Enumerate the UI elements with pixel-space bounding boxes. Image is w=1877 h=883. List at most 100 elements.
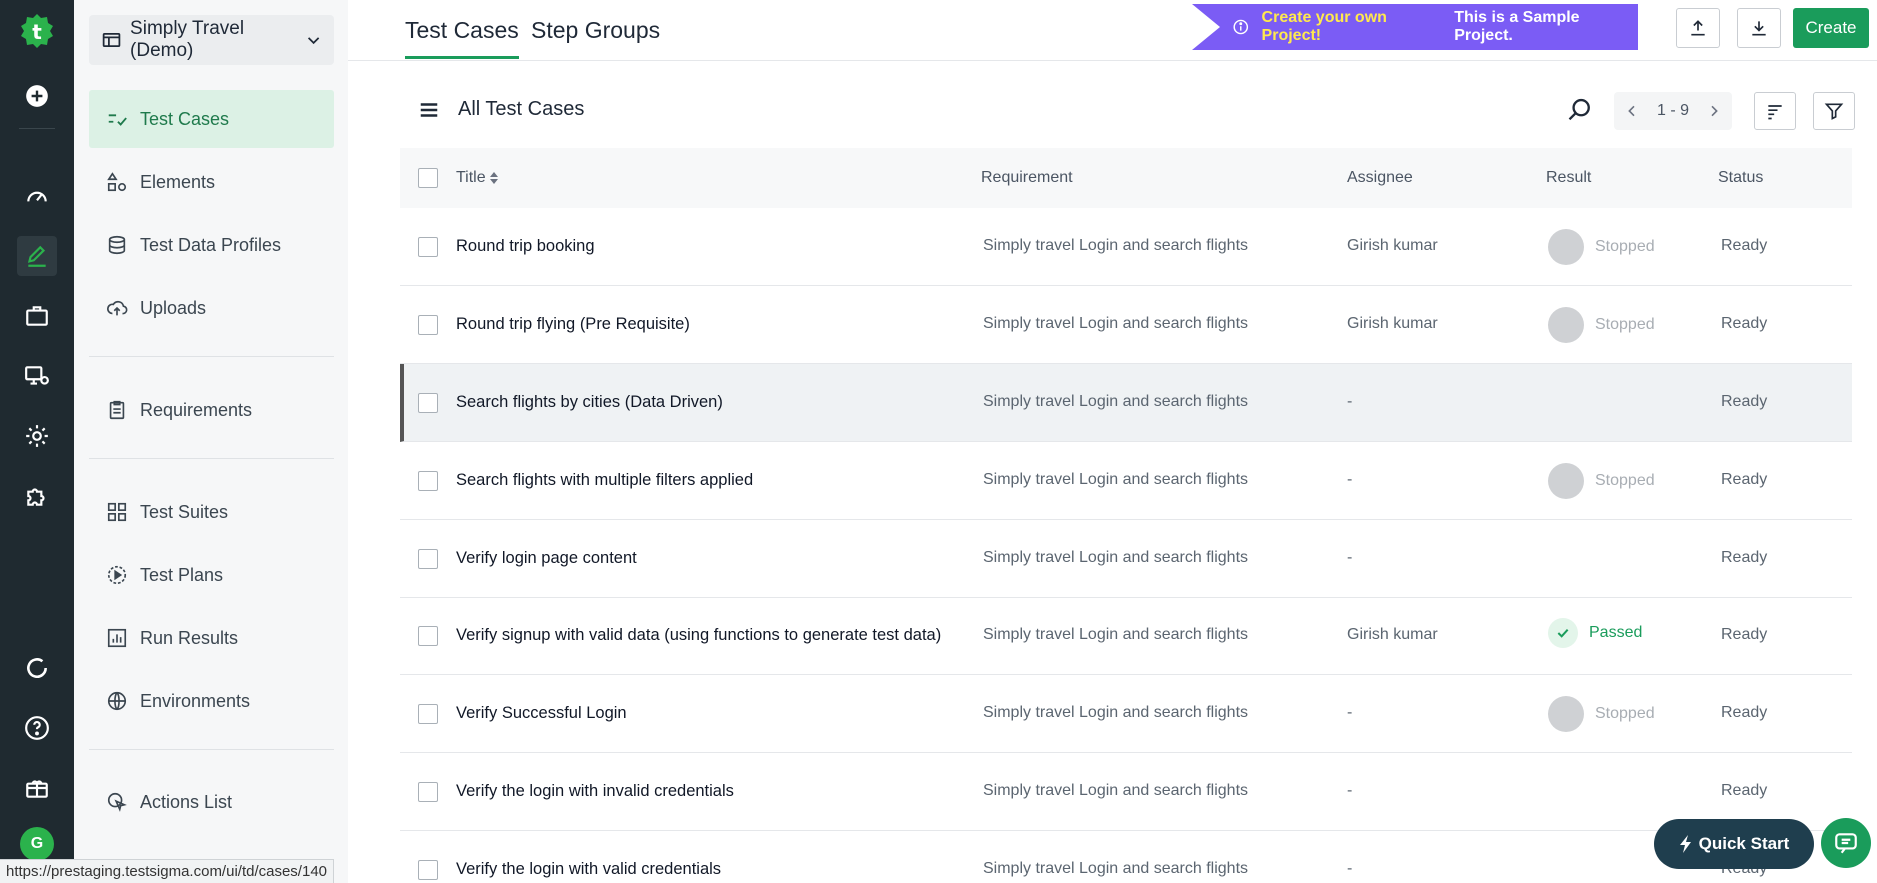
tab-step-groups[interactable]: Step Groups <box>531 17 660 56</box>
filter-icon <box>1824 103 1844 120</box>
dashboard-icon[interactable] <box>21 180 53 212</box>
row-checkbox[interactable] <box>418 471 438 491</box>
sample-project-banner[interactable]: Create your own Project! This is a Sampl… <box>1192 4 1638 50</box>
row-checkbox[interactable] <box>418 860 438 880</box>
clipboard-icon <box>109 400 125 420</box>
sidebar-item-test-plans[interactable]: Test Plans <box>89 546 334 604</box>
sidebar-divider <box>89 356 334 357</box>
upload-icon <box>1691 20 1705 36</box>
row-checkbox[interactable] <box>418 393 438 413</box>
column-assignee: Assignee <box>1347 169 1413 186</box>
table-row[interactable]: Verify Successful Login Simply travel Lo… <box>400 675 1852 753</box>
help-icon[interactable] <box>21 712 53 744</box>
list-header: All Test Cases <box>418 98 584 121</box>
tab-test-cases[interactable]: Test Cases <box>405 17 519 59</box>
filter-button[interactable] <box>1813 92 1855 130</box>
table-row[interactable]: Verify login page content Simply travel … <box>400 520 1852 598</box>
row-checkbox[interactable] <box>418 549 438 569</box>
avatar[interactable]: G <box>20 827 54 861</box>
column-title[interactable]: Title <box>456 169 499 187</box>
row-title[interactable]: Verify the login with invalid credential… <box>456 782 734 801</box>
stopped-status-icon <box>1548 463 1584 499</box>
banner-highlight[interactable]: Create your own Project! <box>1262 9 1447 45</box>
row-title[interactable]: Verify signup with valid data (using fun… <box>456 626 941 645</box>
elements-icon <box>107 172 127 192</box>
row-status: Ready <box>1721 782 1768 799</box>
import-button[interactable] <box>1737 8 1781 48</box>
chat-button[interactable] <box>1821 818 1871 868</box>
row-status: Ready <box>1721 393 1768 410</box>
gear-icon[interactable] <box>21 420 53 452</box>
column-result: Result <box>1546 169 1592 186</box>
row-title[interactable]: Round trip booking <box>456 237 595 256</box>
quick-start-button[interactable]: Quick Start <box>1654 819 1814 869</box>
search-icon[interactable] <box>1566 96 1594 124</box>
sort-button[interactable] <box>1754 92 1796 130</box>
sidebar-item-environments[interactable]: Environments <box>89 672 334 730</box>
gift-icon[interactable] <box>21 772 53 804</box>
table-row[interactable]: Verify signup with valid data (using fun… <box>400 597 1852 675</box>
sidebar-item-elements[interactable]: Elements <box>89 153 334 211</box>
sidebar-item-test-data-profiles[interactable]: Test Data Profiles <box>89 216 334 274</box>
info-icon <box>1233 19 1249 35</box>
row-title[interactable]: Search flights with multiple filters app… <box>456 471 753 490</box>
column-requirement: Requirement <box>981 169 1073 186</box>
select-all-checkbox[interactable] <box>418 168 438 188</box>
row-assignee: - <box>1347 549 1353 566</box>
puzzle-icon[interactable] <box>21 480 53 512</box>
briefcase-icon[interactable] <box>21 300 53 332</box>
add-circle-icon[interactable] <box>21 80 53 112</box>
bar-chart-icon <box>107 628 127 648</box>
row-result: Stopped <box>1548 696 1655 732</box>
table-row[interactable]: Verify the login with valid credentials … <box>400 831 1852 883</box>
row-title[interactable]: Search flights by cities (Data Driven) <box>456 393 723 412</box>
table-row[interactable]: Search flights by cities (Data Driven) S… <box>400 364 1852 442</box>
create-button[interactable]: Create <box>1793 8 1869 48</box>
stopped-status-icon <box>1548 307 1584 343</box>
row-result: Passed <box>1548 618 1642 648</box>
row-title[interactable]: Verify Successful Login <box>456 704 627 723</box>
sidebar-item-requirements[interactable]: Requirements <box>89 381 334 439</box>
table-row[interactable]: Verify the login with invalid credential… <box>400 753 1852 831</box>
row-requirement: Simply travel Login and search flights <box>983 626 1249 643</box>
table-row[interactable]: Search flights with multiple filters app… <box>400 442 1852 520</box>
project-sidebar: Simply Travel (Demo) Test Cases Elements… <box>74 0 348 883</box>
row-title[interactable]: Verify login page content <box>456 549 637 568</box>
table-row[interactable]: Round trip flying (Pre Requisite) Simply… <box>400 286 1852 364</box>
row-checkbox[interactable] <box>418 315 438 335</box>
sort-lines-icon <box>1768 105 1782 120</box>
row-status: Ready <box>1721 315 1768 332</box>
monitor-settings-icon[interactable] <box>21 360 53 392</box>
row-checkbox[interactable] <box>418 704 438 724</box>
row-checkbox[interactable] <box>418 782 438 802</box>
row-title[interactable]: Round trip flying (Pre Requisite) <box>456 315 690 334</box>
sidebar-item-test-cases[interactable]: Test Cases <box>89 90 334 148</box>
row-title[interactable]: Verify the login with valid credentials <box>456 860 721 879</box>
row-requirement: Simply travel Login and search flights <box>983 782 1249 799</box>
list-title: All Test Cases <box>458 98 585 120</box>
row-assignee: - <box>1347 393 1353 410</box>
row-assignee: - <box>1347 471 1353 488</box>
row-result: Stopped <box>1548 307 1655 343</box>
pagination: 1 - 9 <box>1614 92 1732 130</box>
test-cases-icon <box>108 114 127 126</box>
sidebar-item-actions-list[interactable]: Actions List <box>89 773 334 831</box>
row-checkbox[interactable] <box>418 237 438 257</box>
row-status: Ready <box>1721 626 1768 643</box>
row-requirement: Simply travel Login and search flights <box>983 471 1249 488</box>
project-selector[interactable]: Simply Travel (Demo) <box>89 15 334 65</box>
export-button[interactable] <box>1676 8 1720 48</box>
table-row[interactable]: Round trip booking Simply travel Login a… <box>400 208 1852 286</box>
chevron-right-icon[interactable] <box>1706 103 1722 119</box>
sidebar-item-uploads[interactable]: Uploads <box>89 279 334 337</box>
refresh-icon[interactable] <box>21 652 53 684</box>
row-assignee: Girish kumar <box>1347 626 1438 643</box>
sidebar-item-run-results[interactable]: Run Results <box>89 609 334 667</box>
row-checkbox[interactable] <box>418 626 438 646</box>
chevron-left-icon[interactable] <box>1624 103 1640 119</box>
sidebar-item-test-suites[interactable]: Test Suites <box>89 483 334 541</box>
edit-icon[interactable] <box>21 240 53 272</box>
testsigma-logo-icon[interactable]: t <box>17 12 57 52</box>
hamburger-menu-icon[interactable] <box>418 99 440 121</box>
row-status: Ready <box>1721 549 1768 566</box>
